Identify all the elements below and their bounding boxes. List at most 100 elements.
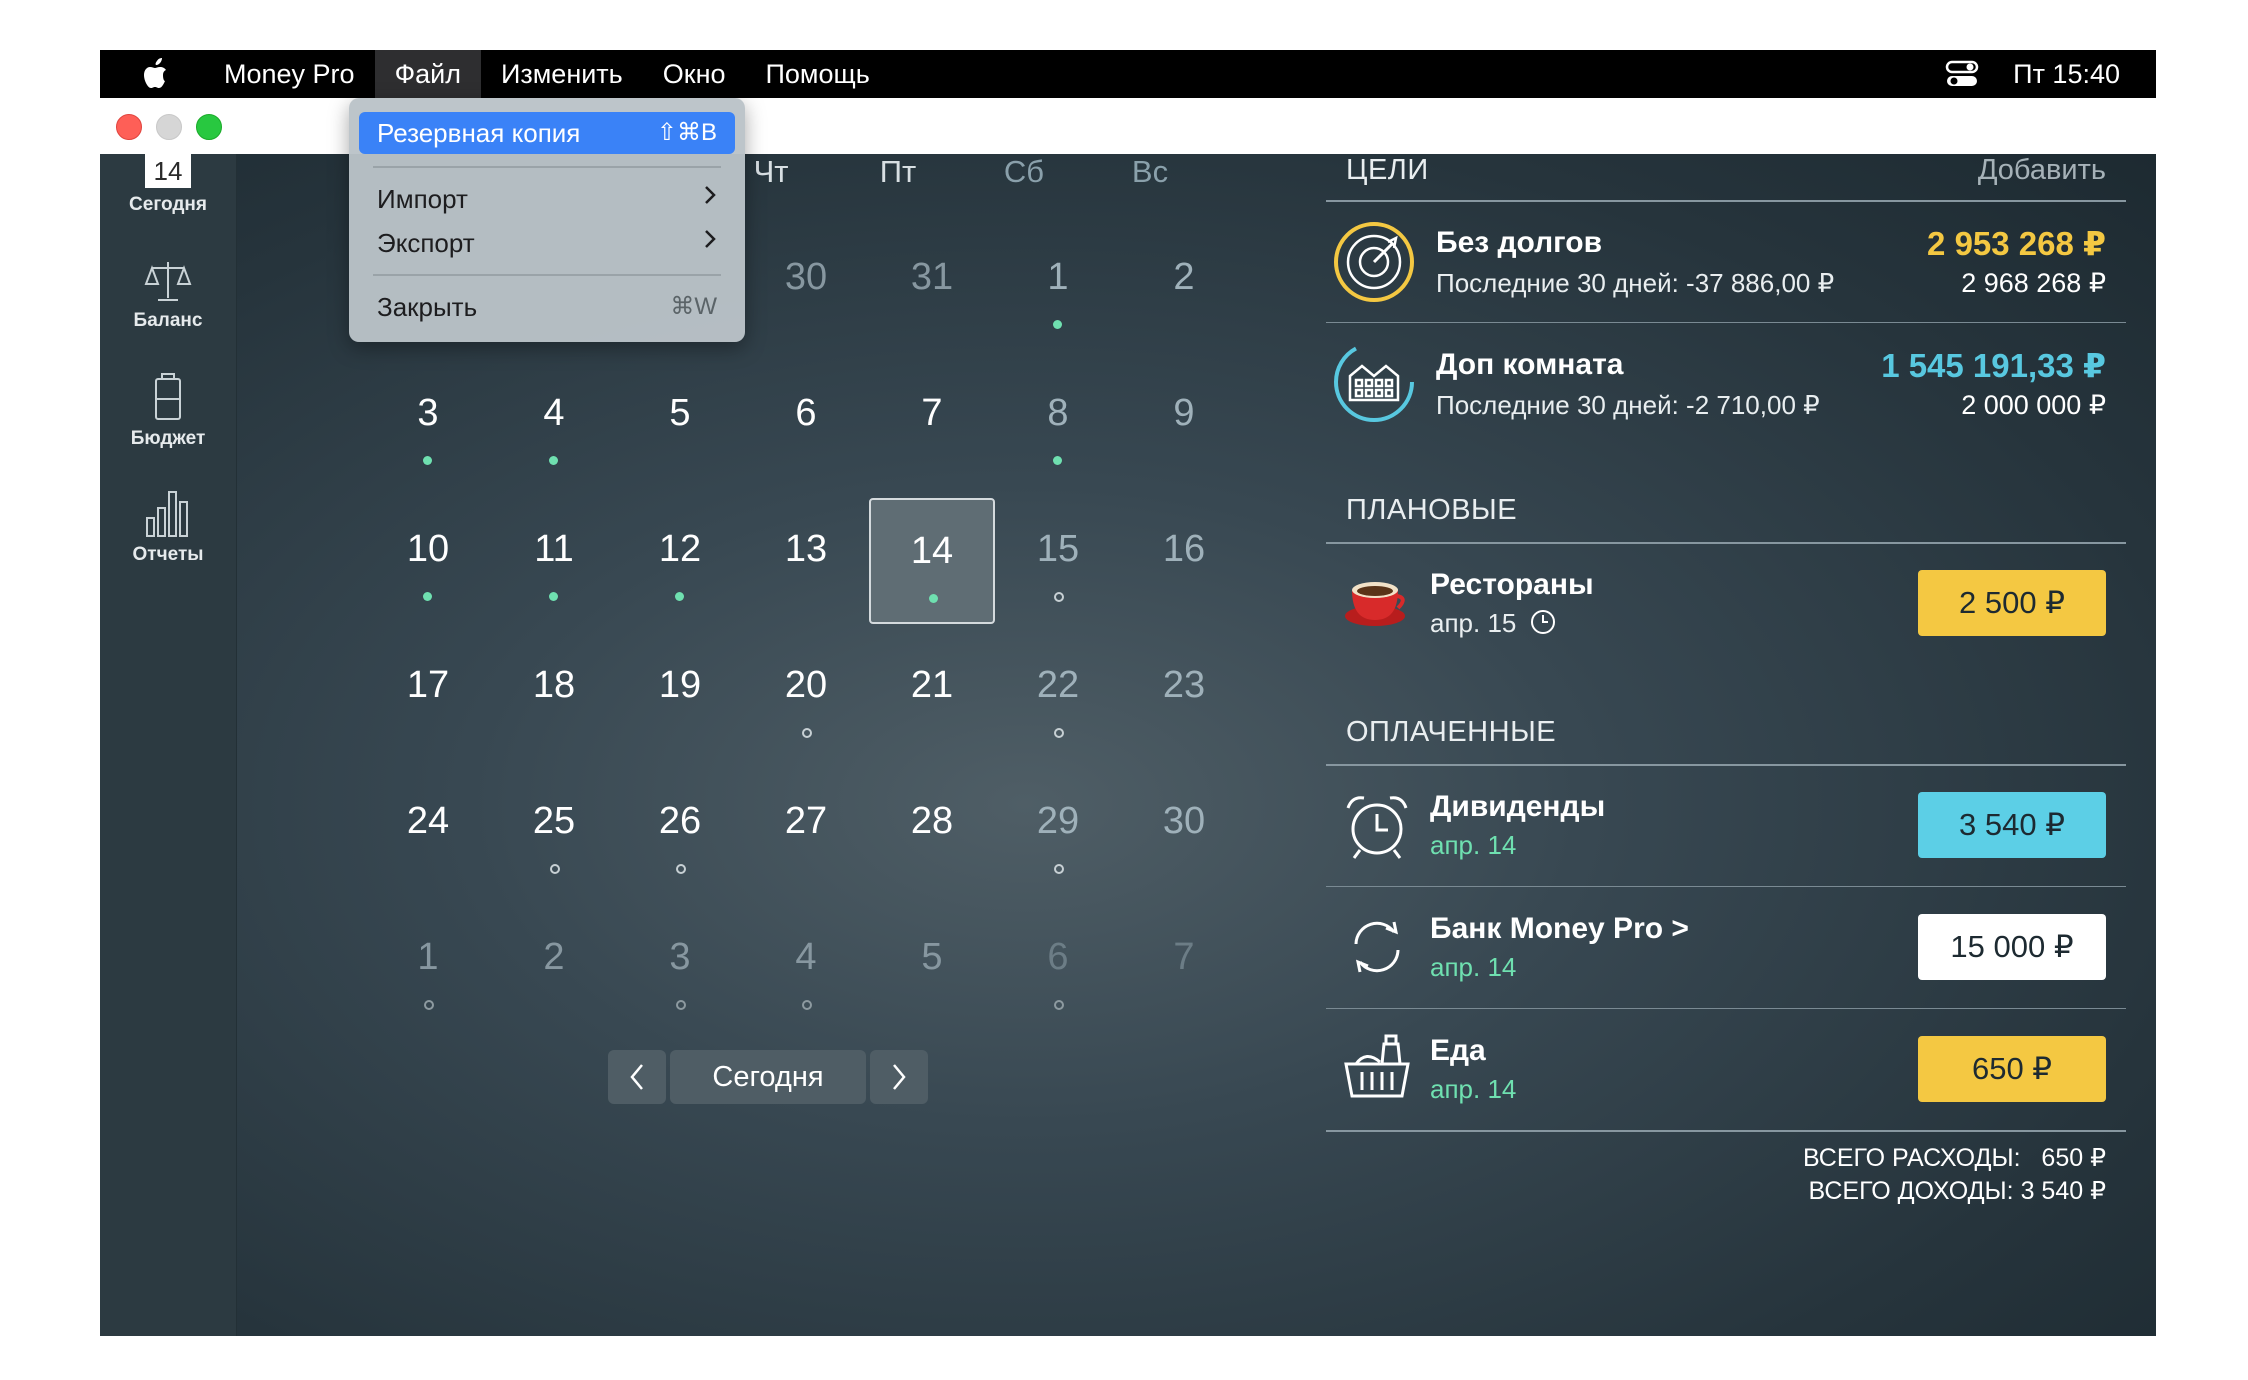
paid-amount-button[interactable]: 15 000 ₽ bbox=[1918, 914, 2106, 980]
goal-subtitle: Последние 30 дней: -2 710,00 ₽ bbox=[1436, 390, 1820, 420]
menu-app-name[interactable]: Money Pro bbox=[204, 50, 375, 98]
calendar-day[interactable]: 18 bbox=[491, 634, 617, 760]
calendar-day[interactable]: 13 bbox=[743, 498, 869, 624]
calendar-day[interactable]: 30 bbox=[743, 226, 869, 352]
paid-date: апр. 14 bbox=[1430, 1074, 1517, 1104]
day-number: 12 bbox=[658, 528, 702, 570]
calendar-day[interactable]: 5 bbox=[869, 906, 995, 1032]
day-number: 31 bbox=[910, 256, 954, 298]
paid-amount-button[interactable]: 3 540 ₽ bbox=[1918, 792, 2106, 858]
calendar-day[interactable]: 16 bbox=[1121, 498, 1247, 624]
control-center-icon[interactable] bbox=[1945, 59, 1979, 89]
goal-subtitle: Последние 30 дней: -37 886,00 ₽ bbox=[1436, 268, 1835, 298]
menu-help[interactable]: Помощь bbox=[746, 50, 890, 98]
day-number: 27 bbox=[784, 800, 828, 842]
day-number: 3 bbox=[669, 936, 691, 978]
zoom-window-button[interactable] bbox=[196, 114, 222, 140]
calendar-day[interactable]: 11 bbox=[491, 498, 617, 624]
minimize-window-button[interactable] bbox=[156, 114, 182, 140]
day-number: 18 bbox=[532, 664, 576, 706]
menu-window[interactable]: Окно bbox=[643, 50, 746, 98]
calendar-day[interactable]: 1 bbox=[995, 226, 1121, 352]
calendar-day[interactable]: 2 bbox=[1121, 226, 1247, 352]
menu-file[interactable]: Файл bbox=[374, 50, 481, 98]
calendar-day[interactable]: 21 bbox=[869, 634, 995, 760]
paid-row[interactable]: Еда апр. 14 650 ₽ bbox=[1326, 1010, 2126, 1130]
calendar-day[interactable]: 12 bbox=[617, 498, 743, 624]
calendar-day[interactable]: 27 bbox=[743, 770, 869, 896]
day-number: 29 bbox=[1036, 800, 1080, 842]
calendar-day[interactable]: 3 bbox=[365, 362, 491, 488]
transaction-dot bbox=[549, 592, 558, 601]
calendar-day[interactable]: 26 bbox=[617, 770, 743, 896]
close-window-button[interactable] bbox=[116, 114, 142, 140]
menu-item-close[interactable]: Закрыть ⌘W bbox=[359, 286, 735, 328]
planned-transaction-dot bbox=[676, 864, 686, 874]
target-goal-icon bbox=[1334, 222, 1414, 302]
add-goal-button[interactable]: Добавить bbox=[1978, 154, 2106, 187]
menu-edit[interactable]: Изменить bbox=[481, 50, 643, 98]
menu-item-export[interactable]: Экспорт bbox=[359, 222, 735, 264]
planned-header: ПЛАНОВЫЕ bbox=[1346, 494, 1518, 526]
calendar-day[interactable]: 17 bbox=[365, 634, 491, 760]
chevron-right-icon bbox=[703, 222, 717, 264]
planned-amount-button[interactable]: 2 500 ₽ bbox=[1918, 570, 2106, 636]
calendar-day[interactable]: 23 bbox=[1121, 634, 1247, 760]
planned-row[interactable]: Рестораны апр. 15 2 500 ₽ bbox=[1326, 544, 2126, 664]
day-number: 1 bbox=[1047, 256, 1069, 298]
transfer-icon bbox=[1354, 921, 1400, 973]
calendar-day[interactable]: 31 bbox=[869, 226, 995, 352]
calendar-day[interactable]: 2 bbox=[491, 906, 617, 1032]
paid-row[interactable]: Дивиденды апр. 14 3 540 ₽ bbox=[1326, 766, 2126, 886]
goal-row[interactable]: Без долгов Последние 30 дней: -37 886,00… bbox=[1326, 202, 2126, 322]
calendar-day[interactable]: 30 bbox=[1121, 770, 1247, 896]
paid-title: Дивиденды bbox=[1430, 790, 1606, 823]
menu-item-import[interactable]: Импорт bbox=[359, 178, 735, 220]
menu-item-backup[interactable]: Резервная копия ⇧⌘B bbox=[359, 112, 735, 154]
calendar-day[interactable]: 19 bbox=[617, 634, 743, 760]
calendar-day[interactable]: 3 bbox=[617, 906, 743, 1032]
calendar-day[interactable]: 6 bbox=[995, 906, 1121, 1032]
divider bbox=[1326, 1130, 2126, 1132]
previous-month-button[interactable] bbox=[608, 1050, 666, 1104]
calendar-day[interactable]: 24 bbox=[365, 770, 491, 896]
menu-item-label: Экспорт bbox=[377, 228, 475, 258]
planned-transaction-dot bbox=[1054, 592, 1064, 602]
calendar-day[interactable]: 9 bbox=[1121, 362, 1247, 488]
calendar-day[interactable]: 5 bbox=[617, 362, 743, 488]
today-button[interactable]: Сегодня bbox=[670, 1050, 866, 1104]
transaction-dot bbox=[675, 592, 684, 601]
day-number: 1 bbox=[417, 936, 439, 978]
calendar-day[interactable]: 8 bbox=[995, 362, 1121, 488]
menubar-clock[interactable]: Пт 15:40 bbox=[2013, 59, 2120, 90]
calendar-day[interactable]: 4 bbox=[743, 906, 869, 1032]
calendar-day[interactable]: 10 bbox=[365, 498, 491, 624]
goal-target: 2 968 268 ₽ bbox=[1961, 268, 2106, 298]
menu-item-label: Резервная копия bbox=[377, 118, 581, 148]
calendar-day[interactable]: 22 bbox=[995, 634, 1121, 760]
calendar-day[interactable]: 20 bbox=[743, 634, 869, 760]
paid-date: апр. 14 bbox=[1430, 830, 1517, 860]
calendar-day-selected[interactable]: 14 bbox=[869, 498, 995, 624]
menu-bar: Money Pro Файл Изменить Окно Помощь Пт 1… bbox=[100, 50, 2156, 98]
calendar-day[interactable]: 25 bbox=[491, 770, 617, 896]
total-expenses-label: ВСЕГО РАСХОДЫ: bbox=[1802, 1144, 2021, 1172]
calendar-day[interactable]: 1 bbox=[365, 906, 491, 1032]
apple-icon[interactable] bbox=[138, 55, 176, 93]
next-month-button[interactable] bbox=[870, 1050, 928, 1104]
goal-row[interactable]: Доп комната Последние 30 дней: -2 710,00… bbox=[1326, 324, 2126, 444]
calendar-day[interactable]: 29 bbox=[995, 770, 1121, 896]
calendar-day[interactable]: 28 bbox=[869, 770, 995, 896]
chevron-right-icon bbox=[893, 1064, 906, 1090]
day-number: 9 bbox=[1173, 392, 1195, 434]
paid-amount-button[interactable]: 650 ₽ bbox=[1918, 1036, 2106, 1102]
day-number: 10 bbox=[406, 528, 450, 570]
calendar-day[interactable]: 15 bbox=[995, 498, 1121, 624]
calendar-day[interactable]: 6 bbox=[743, 362, 869, 488]
calendar-day[interactable]: 7 bbox=[869, 362, 995, 488]
weekday-sat: Сб bbox=[1003, 154, 1045, 189]
day-number: 6 bbox=[1047, 936, 1069, 978]
paid-row[interactable]: Банк Money Pro > апр. 14 15 000 ₽ bbox=[1326, 888, 2126, 1008]
calendar-day[interactable]: 4 bbox=[491, 362, 617, 488]
calendar-day[interactable]: 7 bbox=[1121, 906, 1247, 1032]
